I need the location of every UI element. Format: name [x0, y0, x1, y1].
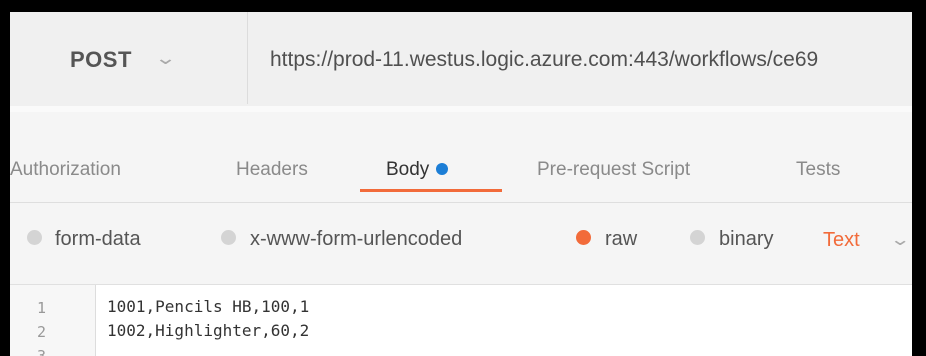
- url-input[interactable]: https://prod-11.westus.logic.azure.com:4…: [270, 48, 818, 72]
- chevron-down-icon[interactable]: ⌄: [889, 230, 910, 250]
- method-selector[interactable]: POST ⌄: [10, 12, 248, 104]
- code-line[interactable]: 1002,Highlighter,60,2: [107, 321, 309, 340]
- body-mode-selector: form-data x-www-form-urlencoded raw bina…: [10, 203, 912, 283]
- tab-pre-request-script[interactable]: Pre-request Script: [537, 159, 690, 181]
- code-line[interactable]: 1001,Pencils HB,100,1: [107, 297, 309, 316]
- method-label: POST: [70, 47, 132, 72]
- tab-tests[interactable]: Tests: [796, 159, 840, 181]
- tab-authorization[interactable]: Authorization: [10, 159, 121, 181]
- chevron-down-icon[interactable]: ⌄: [154, 48, 177, 69]
- line-number: 3: [37, 347, 47, 356]
- tab-body-label: Body: [386, 159, 430, 180]
- active-tab-underline: [360, 189, 502, 192]
- postman-window: POST ⌄ https://prod-11.westus.logic.azur…: [10, 12, 912, 356]
- radio-x-www-form-urlencoded[interactable]: [221, 230, 236, 245]
- line-number-gutter: 1 2 3: [10, 285, 96, 356]
- mode-label-form-data[interactable]: form-data: [55, 228, 141, 251]
- line-number: 1: [37, 299, 47, 317]
- radio-form-data[interactable]: [27, 230, 42, 245]
- tab-headers[interactable]: Headers: [236, 159, 308, 181]
- mode-label-x-www-form-urlencoded[interactable]: x-www-form-urlencoded: [250, 228, 462, 251]
- mode-label-binary[interactable]: binary: [719, 228, 773, 251]
- code-editor[interactable]: 1 2 3 1001,Pencils HB,100,1 1002,Highlig…: [10, 284, 912, 356]
- radio-binary[interactable]: [690, 230, 705, 245]
- tab-body[interactable]: Body: [386, 159, 449, 181]
- request-bar: POST ⌄ https://prod-11.westus.logic.azur…: [10, 12, 912, 106]
- mode-label-raw[interactable]: raw: [605, 228, 637, 251]
- body-indicator-dot-icon: [436, 162, 449, 175]
- content-type-dropdown[interactable]: Text: [823, 229, 860, 252]
- line-number: 2: [37, 323, 47, 341]
- radio-raw[interactable]: [576, 230, 591, 245]
